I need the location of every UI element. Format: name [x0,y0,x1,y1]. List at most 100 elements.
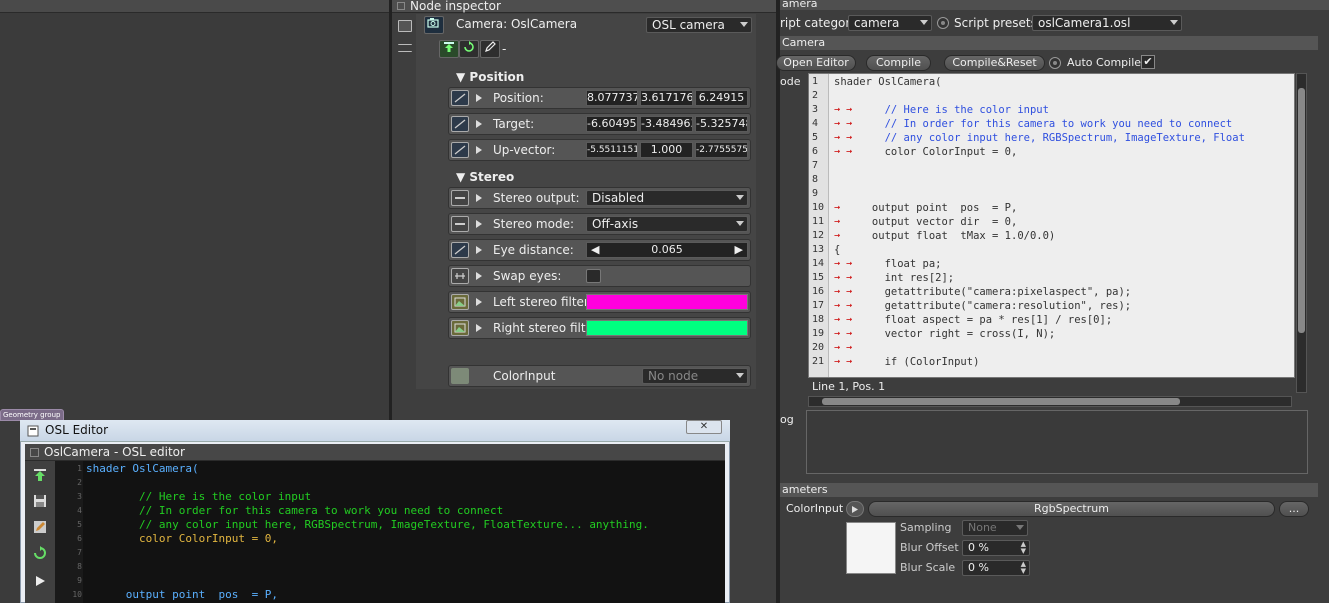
copy-icon[interactable] [398,20,412,32]
panel-float-icon[interactable] [397,2,405,10]
texture-icon[interactable] [451,294,469,310]
curve-icon[interactable] [451,242,469,258]
position-y-field[interactable]: 3.617176 [640,90,693,106]
reset-icon[interactable] [33,546,47,560]
code-horizontal-scroll-thumb[interactable] [822,398,1180,405]
code-vertical-scroll-thumb[interactable] [1298,88,1305,333]
stereo-mode-select[interactable]: Off-axis [586,216,748,232]
curve-icon[interactable] [451,142,469,158]
upload-icon[interactable] [439,40,459,58]
up-vector-x-field[interactable]: -5.5511151... [586,142,638,158]
curve-icon[interactable] [451,116,469,132]
sampling-select[interactable]: None [962,520,1028,536]
camera-type-select[interactable]: OSL camera [646,17,752,33]
param-row-position[interactable]: Position: 8.077737 3.617176 6.24915 [448,87,751,109]
compile-reset-button[interactable]: Compile&Reset [944,55,1045,71]
node-graph-topbar [0,0,390,13]
script-line-numbers: 1 2 3 4 5 6 7 8 9 10 11 12 13 14 15 16 1… [809,75,829,375]
panel-divider[interactable] [776,0,780,603]
expand-arrow-icon[interactable] [476,298,482,306]
param-row-up-vector[interactable]: Up-vector: -5.5511151... 1.000 -2.775557… [448,139,751,161]
target-x-field[interactable]: -6.604951 [586,116,638,132]
expand-arrow-icon[interactable] [476,220,482,228]
spin-arrows-icon[interactable]: ▲ ▼ [1021,541,1026,555]
decrement-arrow-icon[interactable]: ◀ [591,243,599,257]
param-row-right-filter[interactable]: Right stereo filter: [448,317,751,339]
camera-section-bar[interactable]: Camera [780,36,1318,50]
pencil-icon[interactable] [480,40,500,58]
edit-icon[interactable] [33,520,47,534]
stereo-section-header[interactable]: ▼ Stereo [456,170,514,184]
expand-arrow-icon[interactable] [476,94,482,102]
compile-button[interactable]: Compile [866,55,931,71]
blur-offset-label: Blur Offset [900,541,959,554]
param-row-swap-eyes[interactable]: Swap eyes: [448,265,751,287]
position-z-field[interactable]: 6.24915 [695,90,748,106]
code-line: getattribute("camera:resolution", res); [834,300,1132,312]
script-code-lines[interactable]: shader OslCamera( // Here is the color i… [834,75,1294,375]
chevron-down-icon [1170,20,1178,25]
collapse-icon[interactable] [398,44,412,52]
color-input-arrow-button[interactable] [846,501,864,517]
expand-arrow-icon[interactable] [476,246,482,254]
param-row-eye-distance[interactable]: Eye distance: ◀ 0.065 ▶ [448,239,751,261]
osl-code-lines[interactable]: shader OslCamera( // Here is the color i… [86,462,722,602]
swap-icon[interactable] [451,268,469,284]
save-icon[interactable] [33,494,47,508]
auto-compile-checkbox[interactable]: ✔ [1141,55,1155,69]
up-vector-y-field[interactable]: 1.000 [640,142,693,158]
parameters-section-bar[interactable]: ameters [780,483,1318,497]
script-presets-radio[interactable] [937,17,949,29]
target-z-field[interactable]: -5.325748 [695,116,748,132]
blur-offset-spinbox[interactable]: 0 % ▲ ▼ [962,540,1030,556]
param-row-left-filter[interactable]: Left stereo filter: [448,291,751,313]
expand-arrow-icon[interactable] [476,120,482,128]
up-vector-z-field[interactable]: -2.7755575... [695,142,748,158]
position-section-header[interactable]: ▼ Position [456,70,524,84]
swap-eyes-checkbox[interactable] [586,269,601,283]
osl-editor-titlebar[interactable]: OSL Editor [20,420,730,442]
script-category-select[interactable]: camera [848,15,932,31]
camera-type-value: OSL camera [652,18,725,32]
expand-arrow-icon[interactable] [476,272,482,280]
line-number: 5 [77,520,82,529]
expand-arrow-icon[interactable] [476,146,482,154]
left-filter-color-swatch[interactable] [586,294,748,310]
node-inspector-title: Node inspector [410,0,501,13]
expand-arrow-icon[interactable] [476,324,482,332]
rgb-spectrum-node-button[interactable]: RgbSpectrum [868,501,1275,517]
stereo-output-select[interactable]: Disabled [586,190,748,206]
expand-arrow-icon[interactable] [476,194,482,202]
panel-float-icon[interactable] [30,448,39,457]
spin-arrows-icon[interactable]: ▲ ▼ [1021,561,1026,575]
line-number: 8 [77,562,82,571]
close-icon[interactable]: ✕ [686,420,722,434]
enum-icon[interactable] [451,190,469,206]
curve-icon[interactable] [451,90,469,106]
position-x-field[interactable]: 8.077737 [586,90,638,106]
param-row-stereo-output[interactable]: Stereo output: Disabled [448,187,751,209]
script-category-label: ript category [780,16,858,30]
auto-compile-radio[interactable] [1049,57,1061,69]
compile-log-area[interactable] [806,410,1308,474]
position-section-label: Position [469,70,525,84]
texture-icon[interactable] [451,320,469,336]
eye-distance-slider[interactable]: ◀ 0.065 ▶ [586,242,748,258]
target-y-field[interactable]: -3.484963 [640,116,693,132]
enum-icon[interactable] [451,216,469,232]
color-input-param-label: ColorInput [786,502,844,515]
param-row-stereo-mode[interactable]: Stereo mode: Off-axis [448,213,751,235]
compile-upload-icon[interactable] [32,468,48,482]
right-filter-color-swatch[interactable] [586,320,748,336]
blur-scale-spinbox[interactable]: 0 % ▲ ▼ [962,560,1030,576]
increment-arrow-icon[interactable]: ▶ [735,243,743,257]
more-options-button[interactable]: ... [1279,501,1309,517]
script-presets-select[interactable]: oslCamera1.osl [1032,15,1182,31]
color-input-pin-icon[interactable] [451,368,469,384]
color-input-node-select[interactable]: No node [642,368,748,384]
param-row-color-input[interactable]: ColorInput No node [448,365,751,387]
reset-icon[interactable] [459,40,479,58]
param-row-target[interactable]: Target: -6.604951 -3.484963 -5.325748 [448,113,751,135]
open-editor-button[interactable]: Open Editor [776,55,856,71]
play-icon[interactable] [34,575,46,587]
